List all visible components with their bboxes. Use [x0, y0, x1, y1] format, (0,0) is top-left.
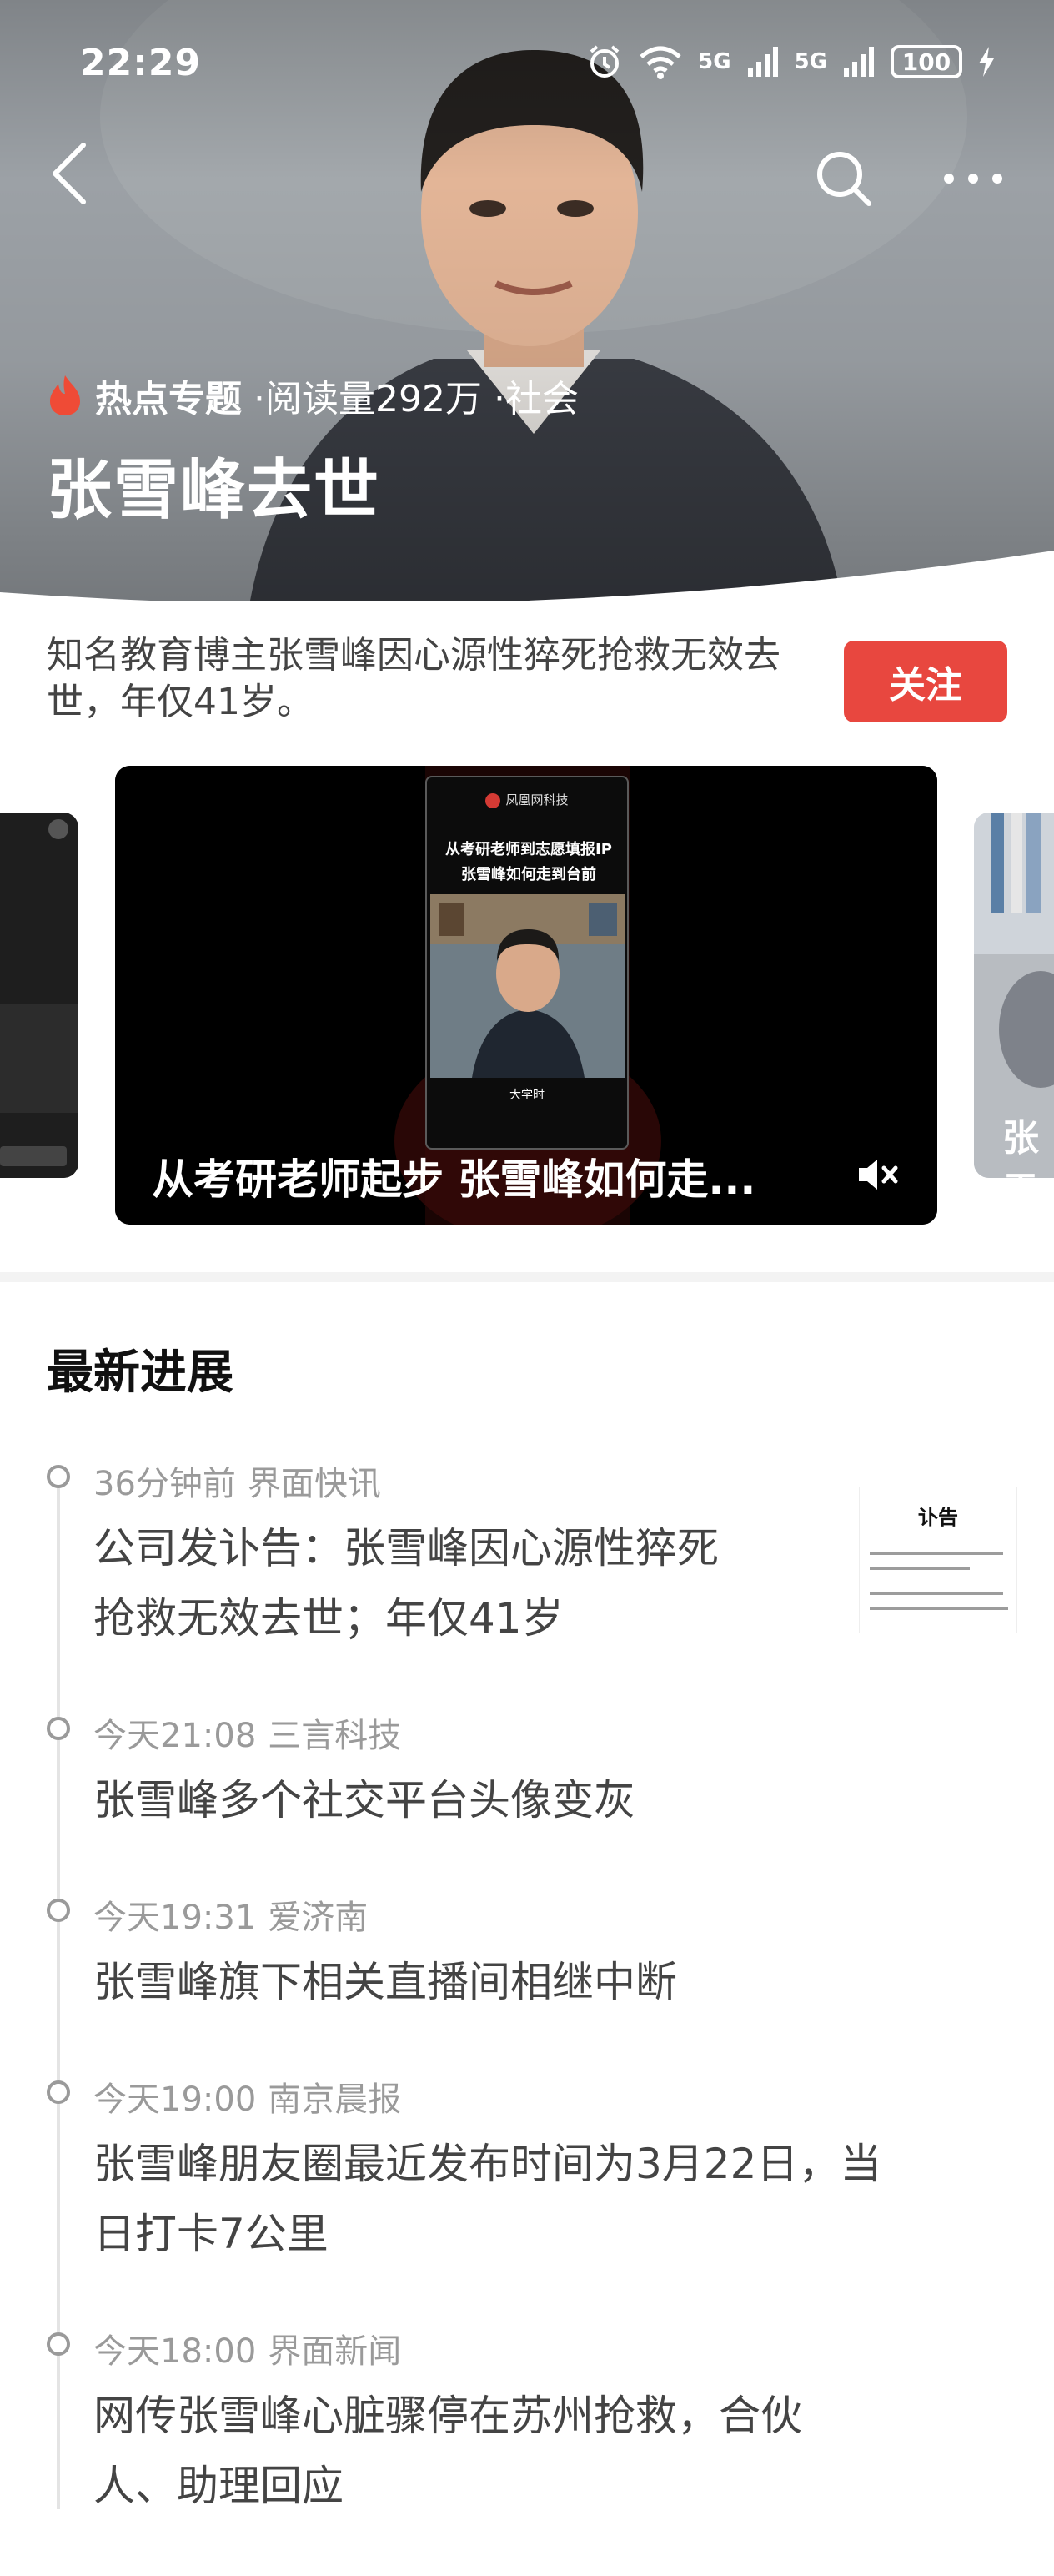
carousel-card-prev[interactable] — [0, 813, 78, 1178]
next-card-caption: 张雪 — [1002, 1117, 1039, 1178]
signal-icon-2 — [844, 47, 874, 77]
video-frame-bottom-text: 大学时 — [509, 1089, 545, 1102]
timeline-headline-line-2: 抢救无效去世；年仅41岁 — [93, 1594, 564, 1643]
follow-button[interactable]: 关注 — [844, 641, 1007, 722]
timeline-source: 爱济南 — [268, 1899, 369, 1937]
wifi-icon — [640, 46, 681, 79]
search-icon[interactable] — [812, 147, 876, 210]
video-frame-headline-line-2: 张雪峰如何走到台前 — [461, 866, 596, 883]
carousel-card-next[interactable]: 张雪 — [974, 813, 1054, 1178]
charging-icon — [979, 47, 994, 77]
header-curve — [0, 551, 1054, 601]
back-arrow-icon[interactable] — [42, 140, 100, 207]
timeline-meta: 36分钟前 界面快讯 — [93, 1457, 381, 1505]
timeline-dot-icon — [47, 1465, 70, 1488]
video-frame-photo — [430, 894, 625, 1078]
timeline-headline-line-1: 张雪峰朋友圈最近发布时间为3月22日，当 — [93, 2140, 882, 2188]
main-video-card[interactable]: 凤凰网科技 从考研老师到志愿填报IP 张雪峰如何走到台前 大学时 从考研老师起步… — [115, 766, 937, 1225]
video-frame-headline: 从考研老师到志愿填报IP 张雪峰如何走到台前 — [434, 838, 624, 888]
timeline-meta: 今天21:08 三言科技 — [93, 1708, 401, 1757]
timeline-headline[interactable]: 公司发讣告：张雪峰因心源性猝死 抢救无效去世；年仅41岁 — [93, 1513, 719, 1653]
prev-card-thumbnail — [0, 813, 78, 1178]
topic-label: 热点专题 — [95, 378, 242, 420]
section-divider — [0, 1272, 1054, 1282]
timeline-item[interactable]: 今天18:00 界面新闻 网传张雪峰心脏骤停在苏州抢救，合伙 人、助理回应 — [0, 2324, 1054, 2533]
timeline-meta: 今天19:00 南京晨报 — [93, 2072, 401, 2121]
page-title: 张雪峰去世 — [47, 453, 381, 528]
battery-indicator: 100 — [891, 45, 962, 78]
timeline-dot-icon — [47, 2080, 70, 2104]
timeline-headline[interactable]: 张雪峰朋友圈最近发布时间为3月22日，当 日打卡7公里 — [93, 2129, 881, 2269]
timeline-source: 界面快讯 — [247, 1465, 381, 1503]
timeline-item[interactable]: 今天19:00 南京晨报 张雪峰朋友圈最近发布时间为3月22日，当 日打卡7公里 — [0, 2072, 1054, 2281]
timeline-item[interactable]: 36分钟前 界面快讯 公司发讣告：张雪峰因心源性猝死 抢救无效去世；年仅41岁 讣… — [0, 1457, 1054, 1665]
thumbnail-text-line — [870, 1607, 1008, 1610]
timeline-meta: 今天18:00 界面新闻 — [93, 2324, 401, 2372]
obituary-thumbnail-title: 讣告 — [918, 1505, 958, 1529]
latest-progress-title: 最新进展 — [47, 1346, 233, 1400]
timeline-time: 36分钟前 — [93, 1465, 236, 1503]
status-time: 22:29 — [80, 42, 202, 84]
thumbnail-text-line — [870, 1592, 1003, 1595]
topic-meta: 热点专题 ·阅读量292万 ·社会 — [47, 369, 579, 422]
topic-hero-header: 22:29 5G 5G 100 热点专题 ·阅读量292万 ·社会 张雪峰去世 — [0, 0, 1054, 601]
flame-icon — [50, 375, 80, 415]
timeline-headline-line-1: 公司发讣告：张雪峰因心源性猝死 — [93, 1524, 719, 1572]
topic-summary: 知名教育博主张雪峰因心源性猝死抢救无效去世，年仅41岁。 — [47, 634, 780, 723]
read-count: ·阅读量292万 — [253, 378, 482, 420]
timeline-headline[interactable]: 张雪峰旗下相关直播间相继中断 — [93, 1947, 677, 2017]
obituary-thumbnail[interactable]: 讣告 — [859, 1487, 1017, 1633]
network-label-2: 5G — [794, 49, 827, 74]
video-brand: 凤凰网科技 — [427, 791, 627, 808]
timeline-time: 今天18:00 — [93, 2332, 257, 2371]
timeline-dot-icon — [47, 2332, 70, 2356]
brand-logo-icon — [485, 792, 501, 808]
thumbnail-text-line — [870, 1567, 970, 1570]
timeline-item[interactable]: 今天21:08 三言科技 张雪峰多个社交平台头像变灰 — [0, 1708, 1054, 1859]
timeline-source: 三言科技 — [268, 1717, 402, 1755]
topic-category: ·社会 — [493, 378, 579, 420]
timeline-time: 今天19:00 — [93, 2080, 257, 2119]
timeline-source: 界面新闻 — [268, 2332, 402, 2371]
timeline-headline-line-2: 人、助理回应 — [93, 2462, 344, 2510]
mute-icon[interactable] — [852, 1150, 902, 1200]
timeline-meta: 今天19:31 爱济南 — [93, 1890, 368, 1939]
timeline-item[interactable]: 今天19:31 爱济南 张雪峰旗下相关直播间相继中断 — [0, 1890, 1054, 2040]
timeline-time: 今天21:08 — [93, 1717, 257, 1755]
more-options-icon[interactable] — [939, 155, 1007, 202]
thumbnail-text-line — [870, 1552, 1003, 1555]
video-frame: 凤凰网科技 从考研老师到志愿填报IP 张雪峰如何走到台前 大学时 — [425, 776, 629, 1150]
video-carousel[interactable]: 凤凰网科技 从考研老师到志愿填报IP 张雪峰如何走到台前 大学时 从考研老师起步… — [0, 766, 1054, 1225]
video-caption: 从考研老师起步 张雪峰如何走... — [152, 1155, 756, 1204]
timeline-headline[interactable]: 网传张雪峰心脏骤停在苏州抢救，合伙 人、助理回应 — [93, 2381, 802, 2521]
signal-icon-1 — [747, 47, 778, 77]
status-icons: 5G 5G 100 — [586, 43, 996, 80]
alarm-icon — [590, 45, 620, 78]
status-bar: 22:29 5G 5G 100 — [0, 33, 1054, 92]
timeline-source: 南京晨报 — [268, 2080, 402, 2119]
timeline-headline-line-1: 网传张雪峰心脏骤停在苏州抢救，合伙 — [93, 2392, 802, 2440]
timeline-dot-icon — [47, 1899, 70, 1922]
timeline-headline-line-2: 日打卡7公里 — [93, 2210, 329, 2258]
timeline-headline[interactable]: 张雪峰多个社交平台头像变灰 — [93, 1765, 635, 1835]
video-frame-headline-line-1: 从考研老师到志愿填报IP — [445, 841, 612, 858]
timeline-time: 今天19:31 — [93, 1899, 257, 1937]
network-label-1: 5G — [698, 49, 731, 74]
timeline-dot-icon — [47, 1717, 70, 1740]
